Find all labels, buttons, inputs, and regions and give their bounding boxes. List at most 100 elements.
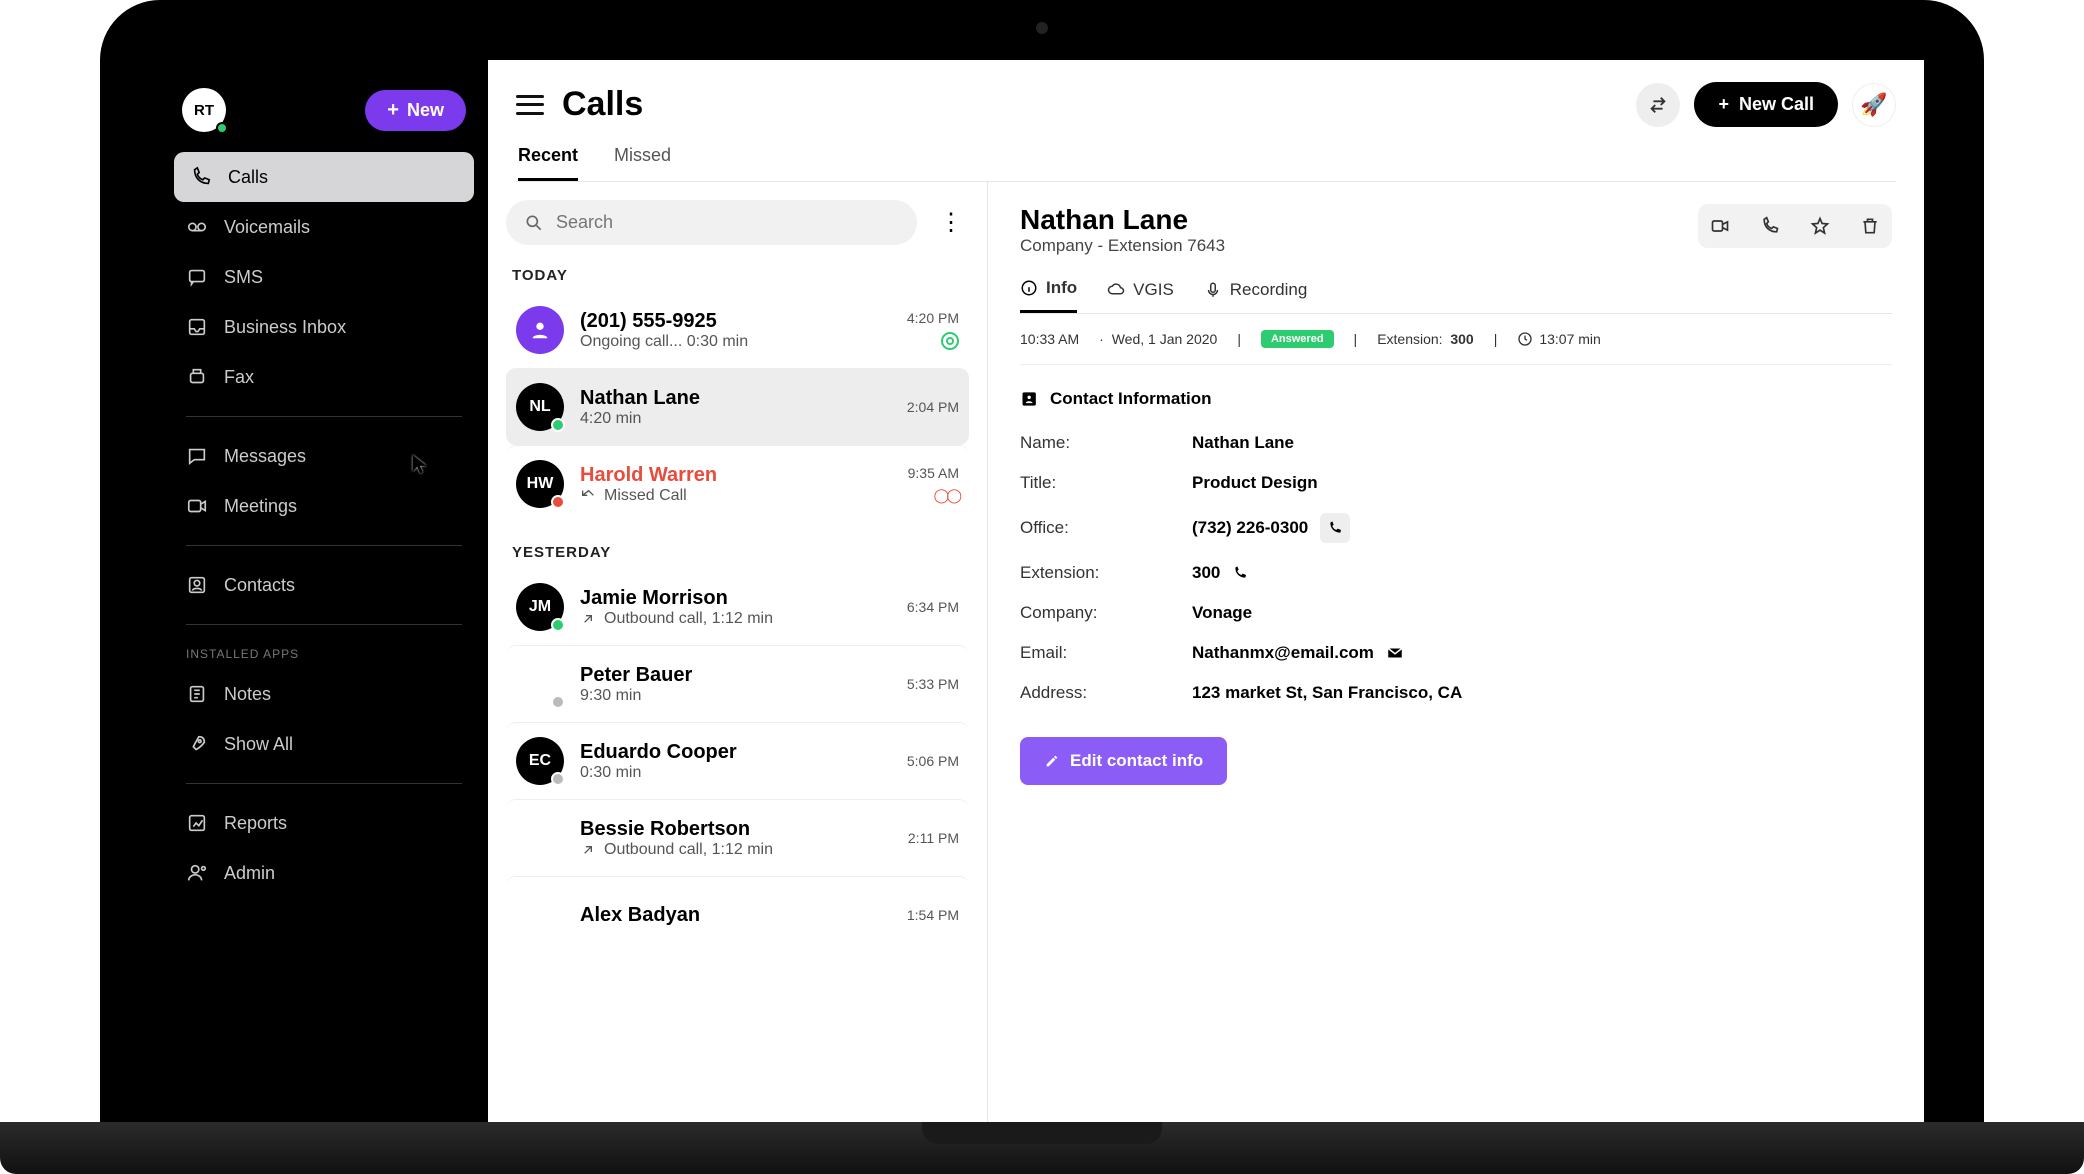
- video-button[interactable]: [1706, 212, 1734, 240]
- nav-label: Admin: [224, 863, 275, 884]
- nav-item-meetings[interactable]: Meetings: [160, 481, 488, 531]
- nav-item-show-all[interactable]: Show All: [160, 719, 488, 769]
- more-menu[interactable]: ⋮: [933, 208, 969, 237]
- phone-icon[interactable]: [1232, 565, 1248, 581]
- inbox-icon: [186, 316, 208, 338]
- transfer-button[interactable]: [1636, 83, 1680, 127]
- nav-item-sms[interactable]: SMS: [160, 252, 488, 302]
- call-name: Bessie Robertson: [580, 818, 863, 841]
- contact-card-icon: [1020, 389, 1040, 409]
- edit-contact-button[interactable]: Edit contact info: [1020, 737, 1227, 785]
- search-icon: [524, 213, 544, 233]
- plus-icon: +: [1718, 94, 1729, 115]
- nav-item-voicemails[interactable]: Voicemails: [160, 202, 488, 252]
- avatar: JM: [516, 583, 564, 631]
- presence-dot: [551, 695, 565, 709]
- cloud-icon: [1107, 281, 1125, 299]
- nav-item-admin[interactable]: Admin: [160, 848, 488, 898]
- search-input[interactable]: [556, 212, 899, 233]
- search-field[interactable]: [506, 200, 917, 245]
- detail-actions: [1698, 204, 1892, 248]
- nav-item-business-inbox[interactable]: Business Inbox: [160, 302, 488, 352]
- call-item[interactable]: EC Eduardo Cooper 0:30 min 5:06 PM: [506, 722, 969, 799]
- meta-ext-label: Extension:: [1377, 331, 1442, 347]
- call-item[interactable]: Bessie Robertson Outbound call, 1:12 min…: [506, 799, 969, 876]
- transfer-icon: [1647, 94, 1669, 116]
- nav-item-contacts[interactable]: Contacts: [160, 560, 488, 610]
- section-yesterday: YESTERDAY: [512, 544, 963, 561]
- call-button[interactable]: [1756, 212, 1784, 240]
- call-item[interactable]: NL Nathan Lane 4:20 min 2:04 PM: [506, 368, 969, 445]
- missed-arrow-icon: [580, 488, 596, 504]
- nav-label: Calls: [228, 167, 268, 188]
- call-time: 9:35 AM: [908, 465, 959, 481]
- star-button[interactable]: [1806, 212, 1834, 240]
- installed-apps-caption: INSTALLED APPS: [160, 639, 488, 669]
- meta-time: 10:33 AM: [1020, 331, 1079, 347]
- laptop-notch: [922, 1122, 1162, 1144]
- call-item[interactable]: JM Jamie Morrison Outbound call, 1:12 mi…: [506, 569, 969, 645]
- nav-label: Fax: [224, 367, 254, 388]
- detail-subtitle: Company - Extension 7643: [1020, 236, 1225, 256]
- section-today: TODAY: [512, 267, 963, 284]
- call-sub: Ongoing call... 0:30 min: [580, 333, 863, 351]
- new-call-button[interactable]: + New Call: [1694, 82, 1838, 127]
- person-icon: [529, 319, 551, 341]
- ci-title-val: Product Design: [1192, 473, 1318, 493]
- call-name: Alex Badyan: [580, 904, 863, 927]
- user-avatar[interactable]: RT: [182, 88, 226, 132]
- call-time: 2:04 PM: [907, 399, 959, 415]
- rocket-icon: [186, 733, 208, 755]
- ci-email-label: Email:: [1020, 643, 1180, 663]
- call-list: ⋮ TODAY (201) 555-9925 Ongoing call... 0…: [488, 182, 988, 1174]
- nav-item-fax[interactable]: Fax: [160, 352, 488, 402]
- call-sub: Missed Call: [580, 487, 863, 505]
- avatar: EC: [516, 737, 564, 785]
- call-item[interactable]: HW Harold Warren Missed Call 9:35 AM: [506, 445, 969, 522]
- nav-label: Meetings: [224, 496, 297, 517]
- page-title: Calls: [562, 85, 643, 124]
- hamburger-icon[interactable]: [516, 95, 544, 115]
- meta-duration: 13:07 min: [1539, 331, 1600, 347]
- new-button[interactable]: + New: [365, 90, 466, 131]
- nav-label: SMS: [224, 267, 263, 288]
- delete-button[interactable]: [1856, 212, 1884, 240]
- tab-recent[interactable]: Recent: [518, 145, 578, 181]
- avatar: HW: [516, 460, 564, 508]
- nav-label: Business Inbox: [224, 317, 346, 338]
- rocket-icon: 🚀: [1860, 92, 1887, 118]
- sms-icon: [186, 266, 208, 288]
- avatar-initials: JM: [529, 598, 551, 616]
- call-office-button[interactable]: [1320, 513, 1350, 543]
- ci-company-val: Vonage: [1192, 603, 1252, 623]
- ci-address-label: Address:: [1020, 683, 1180, 703]
- email-icon[interactable]: [1386, 644, 1404, 662]
- new-button-label: New: [407, 100, 444, 121]
- call-name: Harold Warren: [580, 464, 863, 487]
- call-time: 1:54 PM: [907, 907, 959, 923]
- call-sub: 4:20 min: [580, 410, 863, 428]
- nav-item-calls[interactable]: Calls: [174, 152, 474, 202]
- avatar: NL: [516, 383, 564, 431]
- user-initials: RT: [194, 102, 214, 119]
- detail-tab-recording[interactable]: Recording: [1204, 278, 1308, 313]
- nav-label: Notes: [224, 684, 271, 705]
- tab-missed[interactable]: Missed: [614, 145, 671, 181]
- call-item[interactable]: Alex Badyan 1:54 PM: [506, 876, 969, 953]
- call-item[interactable]: Peter Bauer 9:30 min 5:33 PM: [506, 645, 969, 722]
- call-tabs: Recent Missed: [488, 127, 1924, 181]
- call-name: Eduardo Cooper: [580, 741, 863, 764]
- nav-item-messages[interactable]: Messages: [160, 431, 488, 481]
- nav-label: Voicemails: [224, 217, 310, 238]
- nav-item-notes[interactable]: Notes: [160, 669, 488, 719]
- status-badge: Answered: [1261, 330, 1334, 348]
- nav-item-reports[interactable]: Reports: [160, 798, 488, 848]
- contact-info-title: Contact Information: [1020, 389, 1892, 409]
- detail-name: Nathan Lane: [1020, 204, 1225, 236]
- detail-tab-info[interactable]: Info: [1020, 278, 1077, 313]
- rocket-button[interactable]: 🚀: [1852, 83, 1896, 127]
- avatar-initials: HW: [527, 475, 554, 493]
- detail-tab-vgis[interactable]: VGIS: [1107, 278, 1174, 313]
- presence-dot: [216, 122, 228, 134]
- call-item[interactable]: (201) 555-9925 Ongoing call... 0:30 min …: [506, 292, 969, 368]
